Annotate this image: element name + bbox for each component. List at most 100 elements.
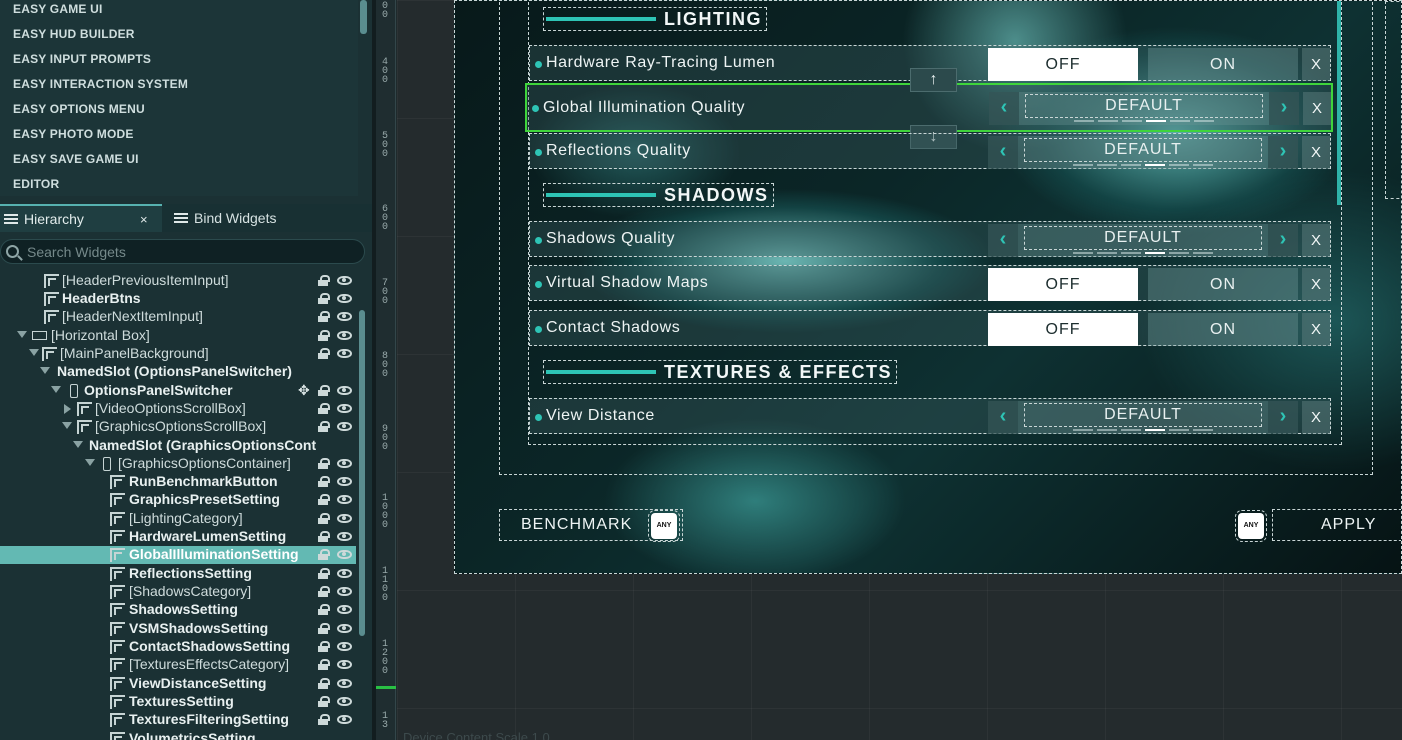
lock-icon[interactable] (318, 293, 330, 304)
lock-icon[interactable] (318, 275, 330, 286)
eye-icon[interactable] (337, 331, 352, 340)
off-button[interactable]: OFF (988, 48, 1138, 81)
on-button[interactable]: ON (1148, 268, 1298, 301)
plugin-list-scrollbar[interactable] (360, 0, 367, 34)
eye-icon[interactable] (337, 349, 352, 358)
on-button[interactable]: ON (1148, 313, 1298, 346)
lock-icon[interactable] (318, 348, 330, 359)
tree-row[interactable]: [ShadowsCategory] (0, 583, 356, 601)
eye-icon[interactable] (337, 312, 352, 321)
chevron-left-icon[interactable]: ‹ (988, 401, 1018, 434)
eye-icon[interactable] (337, 642, 352, 651)
reset-button[interactable]: X (1302, 224, 1330, 257)
plugin-item-easy-photo-mode[interactable]: EASY PHOTO MODE (13, 127, 134, 141)
plugin-item-easy-input-prompts[interactable]: EASY INPUT PROMPTS (13, 52, 151, 66)
tree-row[interactable]: TexturesSetting (0, 693, 356, 711)
move-icon[interactable]: ✥ (298, 382, 310, 399)
eye-icon[interactable] (337, 624, 352, 633)
tab-bind-widgets[interactable]: Bind Widgets (170, 204, 360, 232)
expand-arrow-icon[interactable] (73, 441, 83, 448)
lock-icon[interactable] (318, 696, 330, 707)
expand-arrow-icon[interactable] (29, 349, 39, 356)
chevron-left-icon[interactable]: ‹ (989, 92, 1019, 125)
tree-row[interactable]: ViewDistanceSetting (0, 675, 356, 693)
tree-row[interactable]: ContactShadowsSetting (0, 638, 356, 656)
tree-row[interactable]: HardwareLumenSetting (0, 528, 356, 546)
eye-icon[interactable] (337, 276, 352, 285)
eye-icon[interactable] (337, 587, 352, 596)
eye-icon[interactable] (337, 404, 352, 413)
eye-icon[interactable] (337, 495, 352, 504)
lock-icon[interactable] (318, 385, 330, 396)
lock-icon[interactable] (318, 513, 330, 524)
reset-button[interactable]: X (1302, 48, 1330, 81)
eye-icon[interactable] (337, 294, 352, 303)
eye-icon[interactable] (337, 605, 352, 614)
tree-row[interactable]: TexturesFilteringSetting (0, 711, 356, 729)
lock-icon[interactable] (318, 604, 330, 615)
tree-row[interactable]: [HeaderNextItemInput] (0, 308, 356, 326)
tree-row[interactable]: [MainPanelBackground] (0, 345, 356, 363)
lock-icon[interactable] (318, 476, 330, 487)
move-up-button[interactable]: ↑ (910, 68, 957, 92)
tree-row[interactable]: ShadowsSetting (0, 601, 356, 619)
collapse-arrow-icon[interactable] (64, 404, 71, 414)
tree-row[interactable]: NamedSlot (OptionsPanelSwitcher) (0, 363, 356, 381)
chevron-right-icon[interactable]: › (1268, 136, 1298, 169)
chevron-right-icon[interactable]: › (1268, 224, 1298, 257)
lock-icon[interactable] (318, 586, 330, 597)
eye-icon[interactable] (337, 697, 352, 706)
tree-row[interactable]: [LightingCategory] (0, 510, 356, 528)
on-button[interactable]: ON (1148, 48, 1298, 81)
tree-row[interactable]: [TexturesEffectsCategory] (0, 656, 356, 674)
eye-icon[interactable] (337, 715, 352, 724)
tree-row-selected[interactable]: GlobalIlluminationSetting (0, 546, 356, 564)
tree-row[interactable]: [Horizontal Box] (0, 327, 356, 345)
expand-arrow-icon[interactable] (40, 367, 50, 374)
reset-button[interactable]: X (1302, 136, 1330, 169)
tree-row[interactable]: [GraphicsOptionsScrollBox] (0, 418, 356, 436)
expand-arrow-icon[interactable] (85, 459, 95, 466)
tree-row[interactable]: [HeaderPreviousItemInput] (0, 272, 356, 290)
eye-icon[interactable] (337, 459, 352, 468)
chevron-right-icon[interactable]: › (1269, 92, 1299, 125)
off-button[interactable]: OFF (988, 268, 1138, 301)
graphics-scrollbar[interactable] (1337, 1, 1341, 205)
tree-scrollbar[interactable] (359, 310, 365, 636)
lock-icon[interactable] (318, 641, 330, 652)
close-tab-icon[interactable]: × (140, 212, 148, 227)
plugin-item-easy-save-game-ui[interactable]: EASY SAVE GAME UI (13, 152, 139, 166)
eye-icon[interactable] (337, 569, 352, 578)
plugin-item-editor[interactable]: EDITOR (13, 177, 59, 191)
eye-icon[interactable] (337, 660, 352, 669)
eye-icon[interactable] (337, 514, 352, 523)
eye-icon[interactable] (337, 550, 352, 559)
lock-icon[interactable] (318, 421, 330, 432)
tree-row[interactable]: ReflectionsSetting (0, 565, 356, 583)
reset-button[interactable]: X (1302, 268, 1330, 301)
lock-icon[interactable] (318, 659, 330, 670)
chevron-left-icon[interactable]: ‹ (988, 224, 1018, 257)
apply-button[interactable]: APPLY (1272, 509, 1401, 541)
reset-button[interactable]: X (1302, 313, 1330, 346)
lock-icon[interactable] (318, 494, 330, 505)
plugin-item-easy-hud-builder[interactable]: EASY HUD BUILDER (13, 27, 135, 41)
plugin-item-easy-interaction-system[interactable]: EASY INTERACTION SYSTEM (13, 77, 188, 91)
expand-arrow-icon[interactable] (51, 386, 61, 393)
eye-icon[interactable] (337, 386, 352, 395)
tree-row[interactable]: HeaderBtns (0, 290, 356, 308)
tree-row[interactable]: [VideoOptionsScrollBox] (0, 400, 356, 418)
lock-icon[interactable] (318, 678, 330, 689)
reset-button[interactable]: X (1302, 401, 1330, 434)
eye-icon[interactable] (337, 532, 352, 541)
tree-row[interactable]: RunBenchmarkButton (0, 473, 356, 491)
reset-button[interactable]: X (1303, 92, 1331, 125)
tab-hierarchy[interactable]: Hierarchy × (0, 204, 162, 232)
lock-icon[interactable] (318, 549, 330, 560)
chevron-left-icon[interactable]: ‹ (988, 136, 1018, 169)
eye-icon[interactable] (337, 679, 352, 688)
lock-icon[interactable] (318, 330, 330, 341)
tree-row[interactable]: OptionsPanelSwitcher ✥ (0, 382, 356, 400)
expand-arrow-icon[interactable] (17, 331, 27, 338)
tree-row[interactable]: VolumetricsSetting (0, 730, 356, 740)
